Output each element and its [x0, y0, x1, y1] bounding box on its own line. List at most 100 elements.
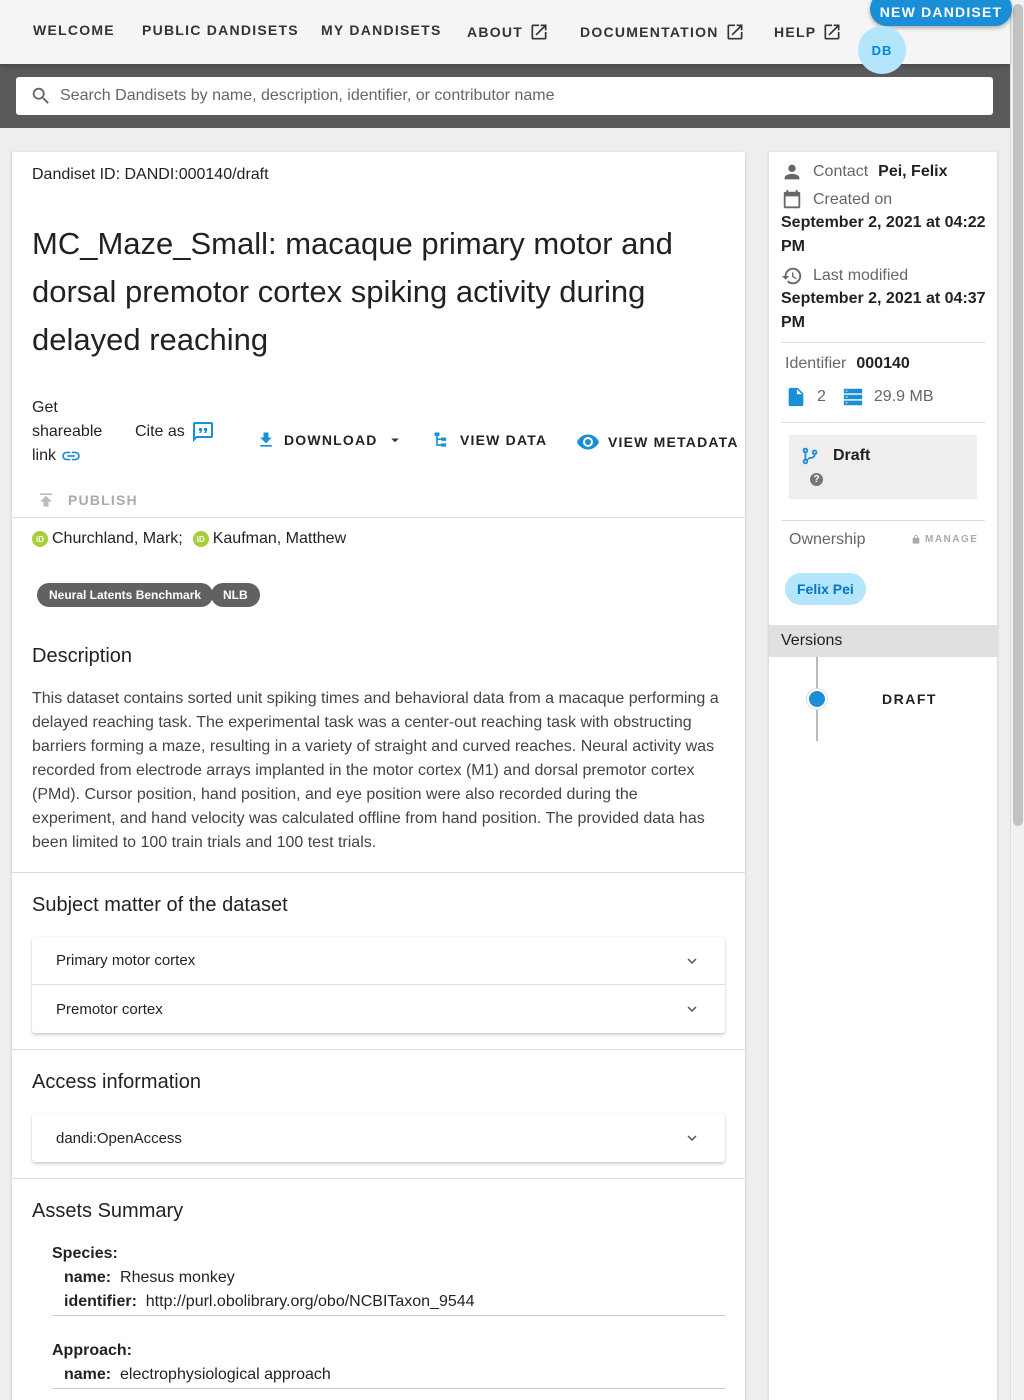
panel-label: dandi:OpenAccess: [56, 1129, 182, 1147]
panel-label: Premotor cortex: [56, 1000, 163, 1018]
eye-icon: [577, 434, 599, 450]
description-text: This dataset contains sorted unit spikin…: [32, 690, 719, 851]
modified-date: September 2, 2021 at 04:37 PM: [781, 290, 986, 331]
owner-chip[interactable]: Felix Pei: [785, 573, 866, 605]
dandiset-title: MC_Maze_Small: macaque primary motor and…: [32, 226, 673, 357]
expansion-panel-primary-motor-cortex[interactable]: Primary motor cortex: [32, 937, 725, 985]
share-link-button[interactable]: Get shareable link: [32, 396, 112, 468]
field-key: name:: [64, 1269, 112, 1286]
download-icon: [260, 432, 272, 447]
cite-as-button[interactable]: Cite as: [135, 420, 215, 444]
nav-about[interactable]: ABOUT: [467, 22, 549, 42]
expansion-panel-open-access[interactable]: dandi:OpenAccess: [32, 1114, 725, 1162]
search-input[interactable]: [60, 87, 960, 105]
dandiset-main-card: Dandiset ID: DANDI:000140/draft MC_Maze_…: [12, 152, 745, 1400]
total-size: 29.9 MB: [873, 388, 934, 405]
contact-label: Contact: [813, 163, 869, 180]
view-data-label: VIEW DATA: [460, 432, 548, 448]
dandiset-side-card: Contact Pei, Felix Created on September …: [769, 152, 997, 1400]
help-icon[interactable]: ?: [810, 473, 823, 486]
version-timeline-dot[interactable]: [807, 689, 827, 709]
cite-as-label: Cite as: [135, 423, 185, 440]
nav-public-dandisets-label: PUBLIC DANDISETS: [142, 22, 299, 38]
nav-help[interactable]: HELP: [774, 22, 842, 42]
publish-label: PUBLISH: [68, 492, 138, 508]
search-box: [16, 77, 993, 115]
assets-summary-heading: Assets Summary: [32, 1200, 184, 1222]
identifier-value: 000140: [856, 355, 910, 372]
contributor-name: Kaufman, Matthew: [212, 530, 347, 547]
subject-matter-panels: Primary motor cortex Premotor cortex: [32, 937, 725, 1033]
created-label: Created on: [813, 191, 893, 208]
created-row: Created on: [781, 189, 892, 211]
file-count: 2: [817, 388, 826, 405]
field-key: name:: [64, 1366, 112, 1383]
download-button[interactable]: DOWNLOAD: [256, 430, 404, 450]
approach-name: electrophysiological approach: [120, 1366, 331, 1383]
identifier-row: Identifier 000140: [785, 355, 910, 373]
panel-label: Primary motor cortex: [56, 952, 196, 969]
expansion-panel-premotor-cortex[interactable]: Premotor cortex: [32, 985, 725, 1033]
search-band: [0, 64, 1010, 128]
keyword-chip: Neural Latents Benchmark: [37, 583, 214, 607]
view-metadata-button[interactable]: VIEW METADATA: [576, 430, 739, 454]
stats-row: 2 29.9 MB: [785, 386, 934, 408]
description-heading: Description: [32, 645, 133, 667]
scrollbar-thumb[interactable]: [1013, 4, 1023, 826]
database-icon: [843, 388, 863, 406]
species-identifier-row: identifier: http://purl.obolibrary.org/o…: [64, 1293, 475, 1311]
source-branch-icon: [802, 447, 818, 465]
nav-welcome[interactable]: WELCOME: [33, 22, 115, 38]
nav-my-dandisets-label: MY DANDISETS: [321, 22, 442, 38]
search-icon: [32, 87, 49, 104]
nav-my-dandisets[interactable]: MY DANDISETS: [321, 22, 442, 38]
format-quote-icon: [192, 422, 213, 442]
contact-name: Pei, Felix: [878, 163, 948, 180]
divider: [52, 1388, 725, 1389]
approach-name-row: name: electrophysiological approach: [64, 1366, 331, 1384]
file-tree-icon: [434, 432, 447, 447]
user-avatar[interactable]: DB: [858, 26, 906, 74]
access-information-heading: Access information: [32, 1071, 201, 1093]
link-icon: [62, 451, 81, 461]
publish-icon: [40, 493, 52, 507]
ownership-label: Ownership: [789, 531, 866, 548]
version-status-box: Draft ?: [789, 435, 977, 499]
divider: [12, 872, 745, 873]
approach-label: Approach:: [52, 1342, 132, 1359]
divider: [12, 517, 745, 518]
nav-documentation-label: DOCUMENTATION: [580, 24, 719, 40]
download-label: DOWNLOAD: [284, 432, 378, 448]
new-dandiset-button[interactable]: NEW DANDISET: [870, 0, 1012, 26]
divider: [781, 520, 985, 521]
access-panels: dandi:OpenAccess: [32, 1114, 725, 1162]
open-in-new-icon: [727, 24, 743, 40]
manage-owners-button[interactable]: MANAGE: [911, 534, 978, 545]
history-icon: [781, 267, 802, 285]
orcid-icon[interactable]: iD: [192, 531, 209, 547]
species-label: Species:: [52, 1245, 118, 1262]
menu-down-icon: [390, 438, 399, 443]
view-data-button[interactable]: VIEW DATA: [432, 430, 547, 450]
subject-matter-heading: Subject matter of the dataset: [32, 894, 288, 916]
draft-status: Draft: [799, 445, 870, 467]
contributor-name: Churchland, Mark;: [52, 530, 183, 547]
nav-public-dandisets[interactable]: PUBLIC DANDISETS: [142, 22, 299, 38]
chevron-down-icon: [687, 1135, 697, 1141]
species-name-row: name: Rhesus monkey: [64, 1269, 235, 1287]
nav-documentation[interactable]: DOCUMENTATION: [580, 22, 745, 42]
page-scrollbar[interactable]: [1010, 0, 1024, 1400]
publish-button[interactable]: PUBLISH: [36, 490, 138, 510]
lock-icon: [912, 534, 920, 544]
modified-row: Last modified: [781, 265, 908, 287]
created-date: September 2, 2021 at 04:22 PM: [781, 214, 986, 255]
orcid-icon[interactable]: iD: [32, 531, 48, 547]
species-name: Rhesus monkey: [120, 1269, 235, 1286]
account-icon: [784, 164, 800, 180]
divider: [12, 1049, 745, 1050]
contributors: iD Churchland, Mark; iD Kaufman, Matthew: [32, 530, 346, 548]
version-draft-button[interactable]: DRAFT: [882, 691, 937, 707]
manage-label: MANAGE: [925, 534, 979, 545]
open-in-new-icon: [531, 24, 547, 40]
keyword-chip: NLB: [211, 583, 260, 607]
